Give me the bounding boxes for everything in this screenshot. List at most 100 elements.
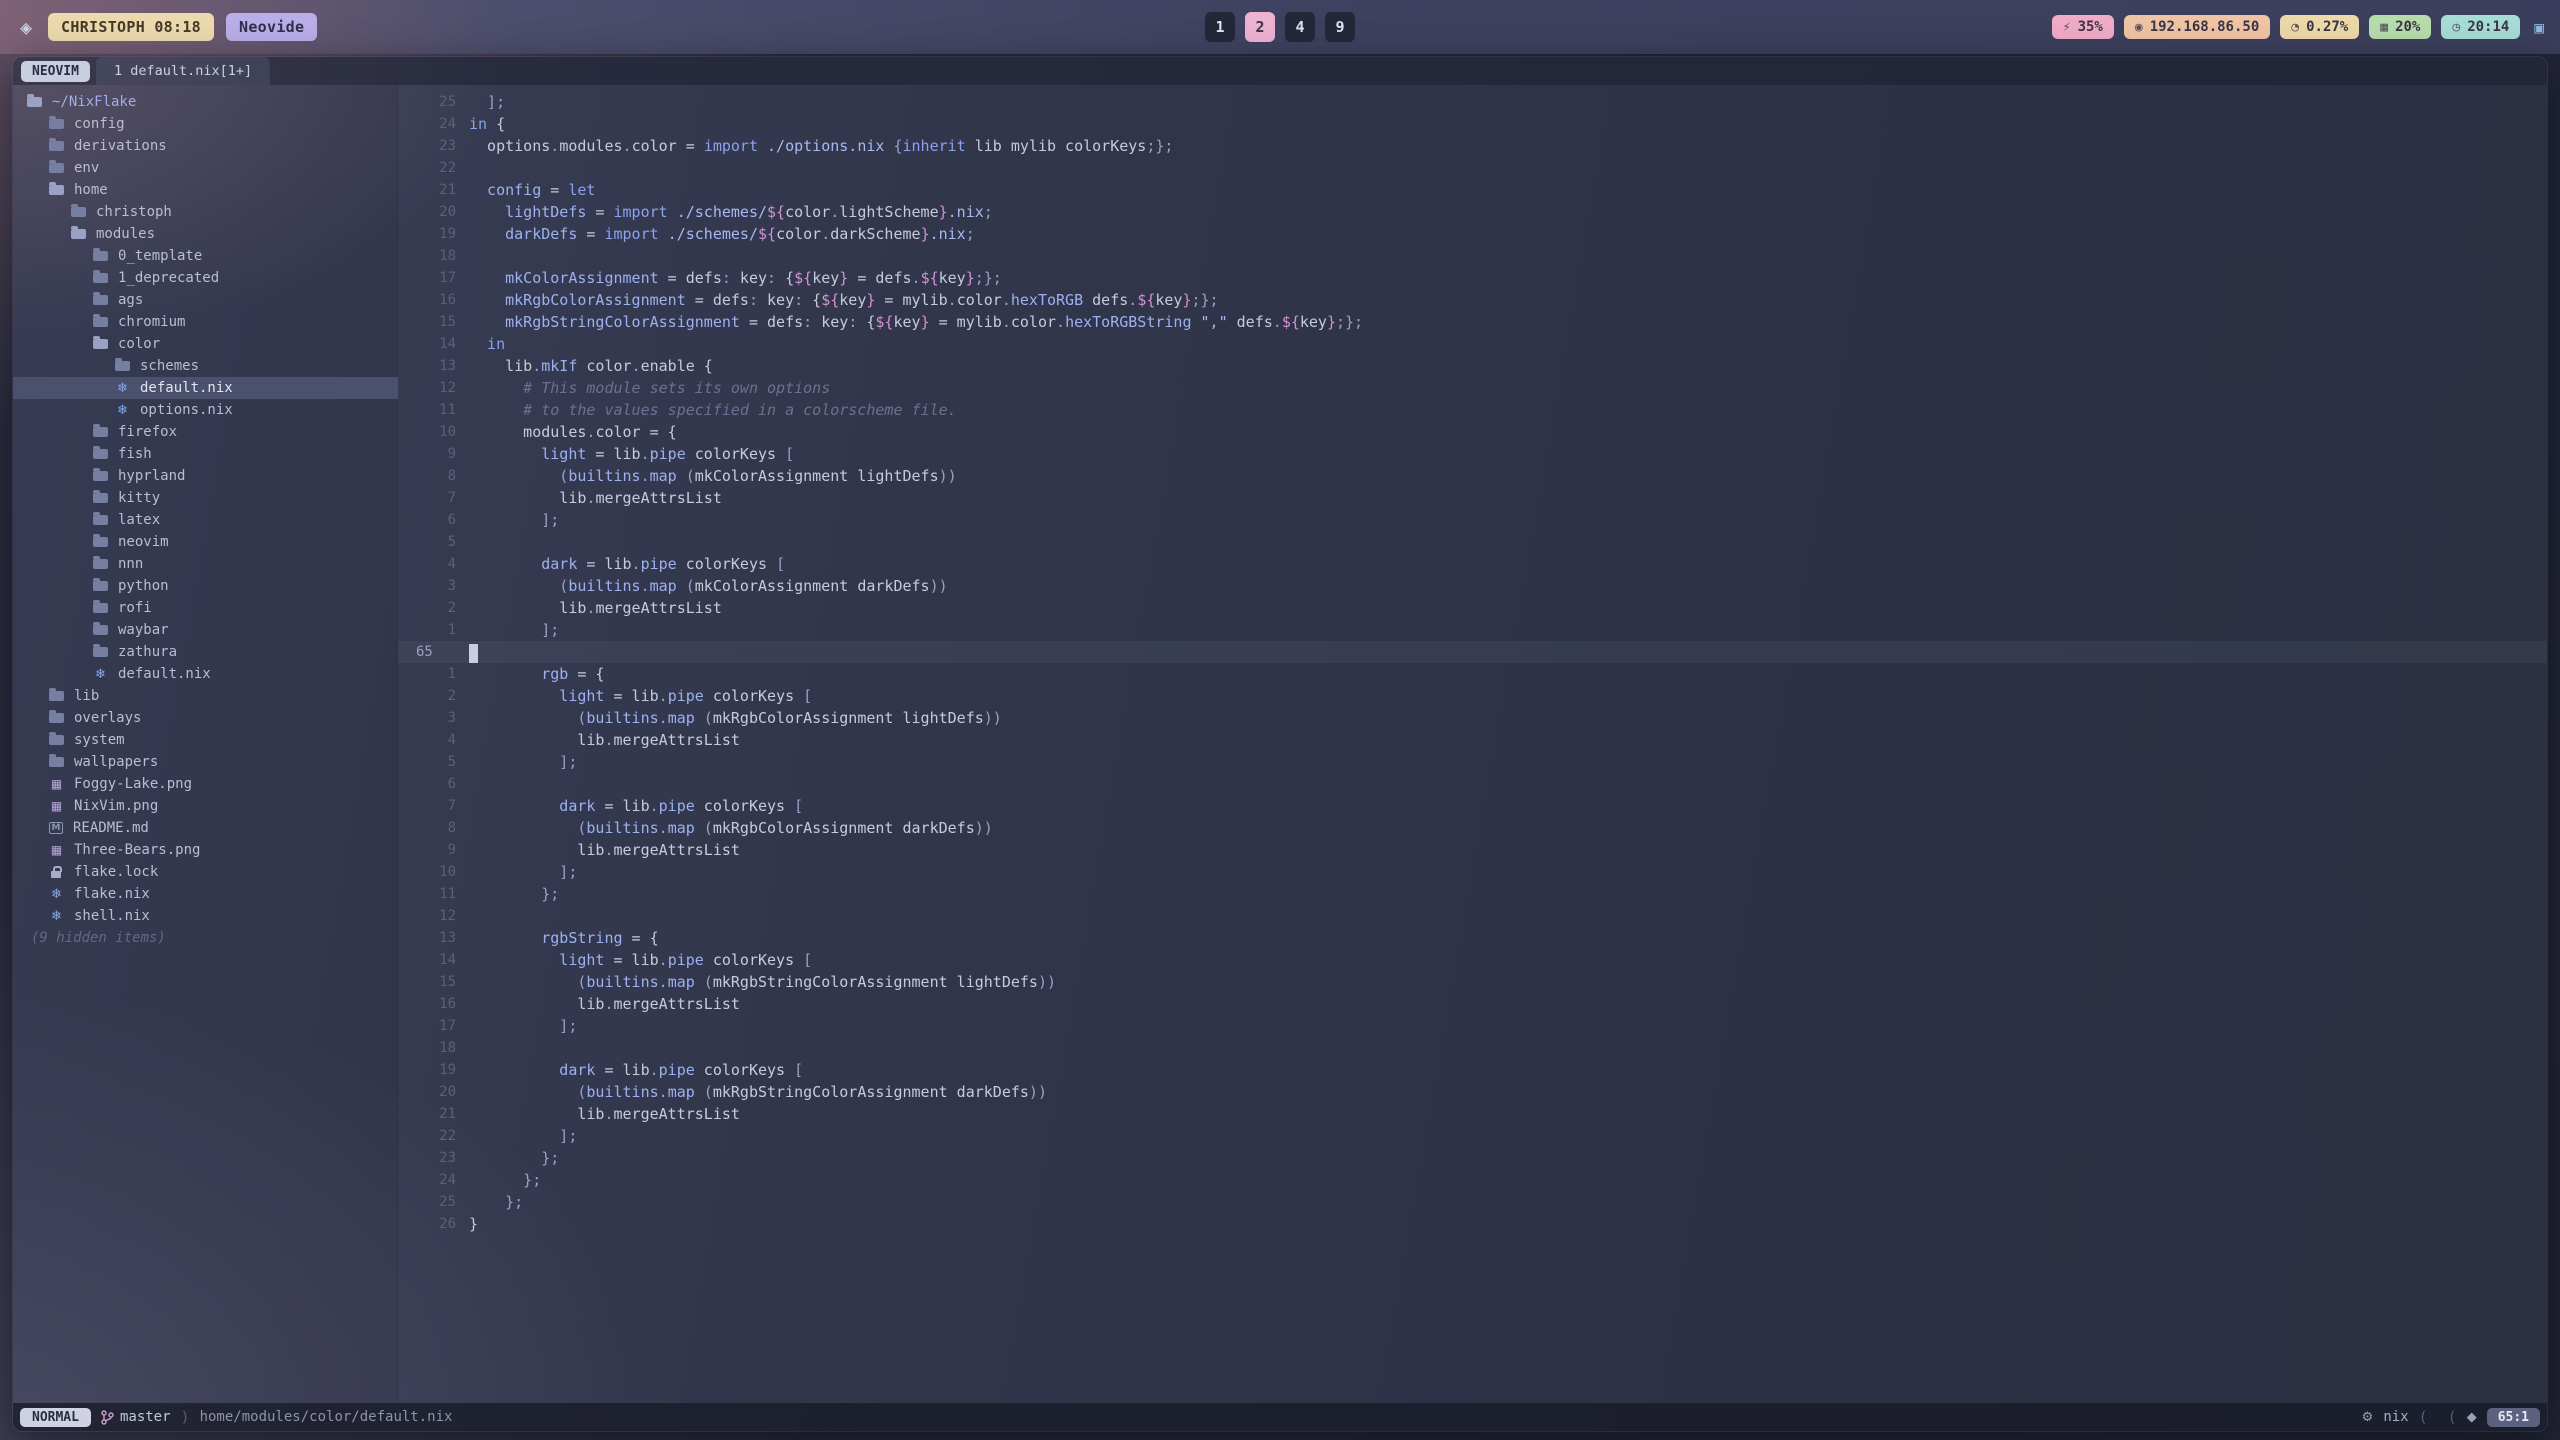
tree-item-flake-lock[interactable]: flake.lock (13, 861, 398, 883)
tree-item-readme-md[interactable]: MREADME.md (13, 817, 398, 839)
code-line[interactable]: 65 (398, 641, 2547, 663)
code-line[interactable]: 13 lib.mkIf color.enable { (398, 355, 2547, 377)
tree-item-system[interactable]: system (13, 729, 398, 751)
code-line[interactable]: 8 (builtins.map (mkRgbColorAssignment da… (398, 817, 2547, 839)
code-line[interactable]: 21 config = let (398, 179, 2547, 201)
code-line[interactable]: 18 (398, 245, 2547, 267)
code-line[interactable]: 11 # to the values specified in a colors… (398, 399, 2547, 421)
tree-item-color[interactable]: color (13, 333, 398, 355)
code-line[interactable]: 1 ]; (398, 619, 2547, 641)
code-line[interactable]: 19 darkDefs = import ./schemes/${color.d… (398, 223, 2547, 245)
code-line[interactable]: 2 lib.mergeAttrsList (398, 597, 2547, 619)
cpu-badge[interactable]: ◔0.27% (2280, 15, 2359, 39)
buffer-tab[interactable]: 1 default.nix[1+] (96, 57, 270, 85)
code-line[interactable]: 22 (398, 157, 2547, 179)
tree-item-modules[interactable]: modules (13, 223, 398, 245)
code-line[interactable]: 5 ]; (398, 751, 2547, 773)
tree-item-default-nix[interactable]: ❄default.nix (13, 663, 398, 685)
code-line[interactable]: 19 dark = lib.pipe colorKeys [ (398, 1059, 2547, 1081)
code-line[interactable]: 22 ]; (398, 1125, 2547, 1147)
tree-item-kitty[interactable]: kitty (13, 487, 398, 509)
tree-item-ags[interactable]: ags (13, 289, 398, 311)
code-line[interactable]: 24 }; (398, 1169, 2547, 1191)
code-line[interactable]: 12 # This module sets its own options (398, 377, 2547, 399)
code-line[interactable]: 4 lib.mergeAttrsList (398, 729, 2547, 751)
code-line[interactable]: 24in { (398, 113, 2547, 135)
tree-item-schemes[interactable]: schemes (13, 355, 398, 377)
code-line[interactable]: 20 lightDefs = import ./schemes/${color.… (398, 201, 2547, 223)
code-line[interactable]: 1 rgb = { (398, 663, 2547, 685)
code-line[interactable]: 7 dark = lib.pipe colorKeys [ (398, 795, 2547, 817)
tree-item-waybar[interactable]: waybar (13, 619, 398, 641)
code-line[interactable]: 10 modules.color = { (398, 421, 2547, 443)
editor[interactable]: 25 ];24in {23 options.modules.color = im… (398, 85, 2547, 1403)
tray-icon[interactable]: ▣ (2532, 18, 2544, 37)
code-line[interactable]: 21 lib.mergeAttrsList (398, 1103, 2547, 1125)
code-line[interactable]: 9 lib.mergeAttrsList (398, 839, 2547, 861)
code-line[interactable]: 12 (398, 905, 2547, 927)
tree-item-default-nix[interactable]: ❄default.nix (13, 377, 398, 399)
code-line[interactable]: 16 lib.mergeAttrsList (398, 993, 2547, 1015)
tree-item-neovim[interactable]: neovim (13, 531, 398, 553)
tree-item-python[interactable]: python (13, 575, 398, 597)
code-line[interactable]: 4 dark = lib.pipe colorKeys [ (398, 553, 2547, 575)
tree-item-flake-nix[interactable]: ❄flake.nix (13, 883, 398, 905)
tree-item-hyprland[interactable]: hyprland (13, 465, 398, 487)
tree-item-shell-nix[interactable]: ❄shell.nix (13, 905, 398, 927)
clock-badge[interactable]: ◷20:14 (2441, 15, 2520, 39)
tree-item-three-bears-png[interactable]: ▦Three-Bears.png (13, 839, 398, 861)
code-line[interactable]: 23 options.modules.color = import ./opti… (398, 135, 2547, 157)
tree-item-chromium[interactable]: chromium (13, 311, 398, 333)
tree-item-nixflake[interactable]: ~/NixFlake (13, 91, 398, 113)
code-line[interactable]: 6 ]; (398, 509, 2547, 531)
code-line[interactable]: 16 mkRgbColorAssignment = defs: key: {${… (398, 289, 2547, 311)
code-line[interactable]: 20 (builtins.map (mkRgbStringColorAssign… (398, 1081, 2547, 1103)
code-line[interactable]: 2 light = lib.pipe colorKeys [ (398, 685, 2547, 707)
code-line[interactable]: 15 (builtins.map (mkRgbStringColorAssign… (398, 971, 2547, 993)
tree-item-latex[interactable]: latex (13, 509, 398, 531)
code-line[interactable]: 25 }; (398, 1191, 2547, 1213)
workspace-button-1[interactable]: 1 (1205, 12, 1235, 42)
tree-item-options-nix[interactable]: ❄options.nix (13, 399, 398, 421)
tree-item-overlays[interactable]: overlays (13, 707, 398, 729)
launcher-icon[interactable]: ◈ (16, 15, 36, 39)
code-line[interactable]: 3 (builtins.map (mkColorAssignment darkD… (398, 575, 2547, 597)
tree-item-foggy-lake-png[interactable]: ▦Foggy-Lake.png (13, 773, 398, 795)
code-line[interactable]: 25 ]; (398, 91, 2547, 113)
tree-item-derivations[interactable]: derivations (13, 135, 398, 157)
tree-item-lib[interactable]: lib (13, 685, 398, 707)
tree-item-env[interactable]: env (13, 157, 398, 179)
code-line[interactable]: 17 ]; (398, 1015, 2547, 1037)
code-line[interactable]: 15 mkRgbStringColorAssignment = defs: ke… (398, 311, 2547, 333)
code-line[interactable]: 10 ]; (398, 861, 2547, 883)
code-line[interactable]: 6 (398, 773, 2547, 795)
tree-item-firefox[interactable]: firefox (13, 421, 398, 443)
code-line[interactable]: 9 light = lib.pipe colorKeys [ (398, 443, 2547, 465)
tree-item-0-template[interactable]: 0_template (13, 245, 398, 267)
code-line[interactable]: 26} (398, 1213, 2547, 1235)
tree-item-fish[interactable]: fish (13, 443, 398, 465)
workspace-button-2[interactable]: 2 (1245, 12, 1275, 42)
code-line[interactable]: 5 (398, 531, 2547, 553)
tree-item-home[interactable]: home (13, 179, 398, 201)
workspace-button-4[interactable]: 4 (1285, 12, 1315, 42)
tree-item-nnn[interactable]: nnn (13, 553, 398, 575)
tree-item-nixvim-png[interactable]: ▦NixVim.png (13, 795, 398, 817)
code-line[interactable]: 11 }; (398, 883, 2547, 905)
network-badge[interactable]: ◉192.168.86.50 (2124, 15, 2270, 39)
workspace-button-9[interactable]: 9 (1325, 12, 1355, 42)
tree-item-wallpapers[interactable]: wallpapers (13, 751, 398, 773)
code-line[interactable]: 7 lib.mergeAttrsList (398, 487, 2547, 509)
tree-item-christoph[interactable]: christoph (13, 201, 398, 223)
tree-item-9-hidden-items[interactable]: (9 hidden items) (13, 927, 398, 949)
memory-badge[interactable]: ▦20% (2369, 15, 2431, 39)
code-line[interactable]: 23 }; (398, 1147, 2547, 1169)
code-line[interactable]: 17 mkColorAssignment = defs: key: {${key… (398, 267, 2547, 289)
tree-item-config[interactable]: config (13, 113, 398, 135)
code-line[interactable]: 14 light = lib.pipe colorKeys [ (398, 949, 2547, 971)
code-line[interactable]: 14 in (398, 333, 2547, 355)
code-line[interactable]: 8 (builtins.map (mkColorAssignment light… (398, 465, 2547, 487)
tree-item-zathura[interactable]: zathura (13, 641, 398, 663)
tree-item-1-deprecated[interactable]: 1_deprecated (13, 267, 398, 289)
code-line[interactable]: 18 (398, 1037, 2547, 1059)
